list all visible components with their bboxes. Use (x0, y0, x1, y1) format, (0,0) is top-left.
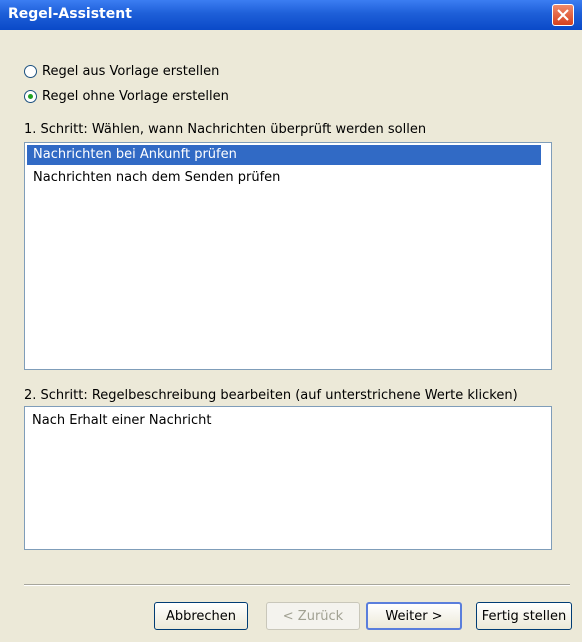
rule-wizard-dialog: Regel-Assistent Regel aus Vorlage erstel… (0, 0, 582, 642)
close-button[interactable] (552, 4, 574, 26)
rule-description-text: Nach Erhalt einer Nachricht (32, 413, 212, 428)
radio-from-template[interactable]: Regel aus Vorlage erstellen (24, 62, 219, 80)
finish-button[interactable]: Fertig stellen (476, 602, 572, 630)
radio-label: Regel aus Vorlage erstellen (42, 63, 220, 79)
title-bar[interactable]: Regel-Assistent (0, 0, 582, 30)
close-icon (557, 9, 569, 21)
radio-button-checked[interactable] (24, 89, 37, 103)
step2-label: 2. Schritt: Regelbeschreibung bearbeiten… (24, 388, 518, 403)
radio-button[interactable] (24, 64, 37, 78)
window-title: Regel-Assistent (8, 6, 132, 22)
radio-label: Regel ohne Vorlage erstellen (42, 88, 229, 104)
trigger-listbox[interactable]: Nachrichten bei Ankunft prüfen Nachricht… (24, 142, 552, 370)
rule-description-box[interactable]: Nach Erhalt einer Nachricht (24, 406, 552, 550)
next-button[interactable]: Weiter > (366, 602, 462, 630)
separator (24, 584, 570, 586)
back-button[interactable]: < Zurück (266, 602, 360, 630)
step1-label: 1. Schritt: Wählen, wann Nachrichten übe… (24, 122, 427, 137)
radio-without-template[interactable]: Regel ohne Vorlage erstellen (24, 87, 229, 105)
list-item[interactable]: Nachrichten nach dem Senden prüfen (27, 168, 541, 188)
cancel-button[interactable]: Abbrechen (154, 602, 248, 630)
list-item[interactable]: Nachrichten bei Ankunft prüfen (27, 145, 541, 165)
